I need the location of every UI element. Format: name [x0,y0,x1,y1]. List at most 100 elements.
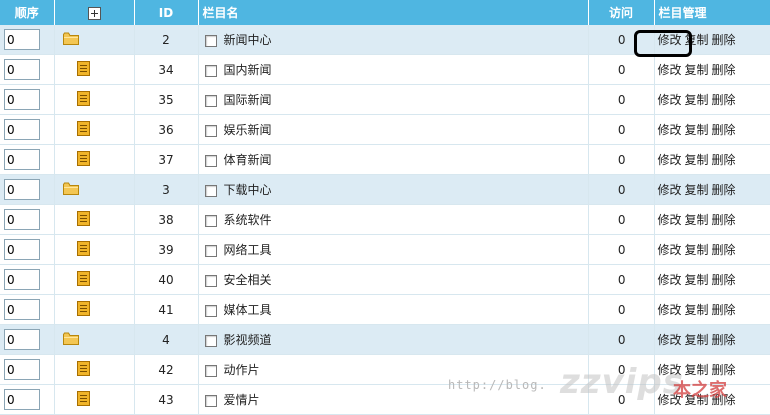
folder-icon[interactable] [62,182,79,198]
category-name: 新闻中心 [223,33,272,47]
delete-link[interactable]: 删除 [712,393,736,407]
row-checkbox[interactable] [204,244,217,257]
folder-icon[interactable] [62,332,79,348]
edit-link[interactable]: 修改 [658,243,682,257]
order-cell [0,264,55,295]
edit-link[interactable]: 修改 [658,393,682,407]
row-checkbox[interactable] [204,154,217,167]
order-input[interactable] [4,149,40,170]
document-icon[interactable] [76,90,90,109]
edit-link[interactable]: 修改 [658,333,682,347]
order-input[interactable] [4,209,40,230]
delete-link[interactable]: 删除 [712,33,736,47]
order-input[interactable] [4,119,40,140]
row-checkbox[interactable] [204,334,217,347]
edit-link[interactable]: 修改 [658,363,682,377]
category-name: 媒体工具 [223,303,272,317]
visit-cell: 0 [588,144,655,175]
copy-link[interactable]: 复制 [685,303,709,317]
row-checkbox[interactable] [204,394,217,407]
column-header-name[interactable]: 栏目名 [198,0,589,25]
order-input[interactable] [4,59,40,80]
edit-link[interactable]: 修改 [658,213,682,227]
order-input[interactable] [4,89,40,110]
edit-link[interactable]: 修改 [658,153,682,167]
visit-cell: 0 [588,264,655,295]
manage-cell: 修改 复制 删除 [654,204,770,235]
manage-cell: 修改 复制 删除 [654,384,770,415]
delete-link[interactable]: 删除 [712,303,736,317]
delete-link[interactable]: 删除 [712,123,736,137]
document-icon[interactable] [76,240,90,259]
row-checkbox[interactable] [204,364,217,377]
delete-link[interactable]: 删除 [712,333,736,347]
copy-link[interactable]: 复制 [685,63,709,77]
document-icon[interactable] [76,270,90,289]
edit-link[interactable]: 修改 [658,123,682,137]
order-input[interactable] [4,329,40,350]
document-icon[interactable] [76,120,90,139]
copy-link[interactable]: 复制 [685,393,709,407]
icon-cell [54,84,135,115]
visit-cell: 0 [588,114,655,145]
row-checkbox[interactable] [204,124,217,137]
edit-link[interactable]: 修改 [658,93,682,107]
delete-link[interactable]: 删除 [712,63,736,77]
delete-link[interactable]: 删除 [712,213,736,227]
document-icon[interactable] [76,360,90,379]
copy-link[interactable]: 复制 [685,273,709,287]
row-checkbox[interactable] [204,214,217,227]
copy-link[interactable]: 复制 [685,213,709,227]
category-row-child: 39 网络工具 0修改复制删除 [0,234,770,265]
row-checkbox[interactable] [204,304,217,317]
order-input[interactable] [4,239,40,260]
copy-link[interactable]: 复制 [685,243,709,257]
order-input[interactable] [4,299,40,320]
order-input[interactable] [4,179,40,200]
copy-link[interactable]: 复制 [685,333,709,347]
row-checkbox[interactable] [204,34,217,47]
manage-cell: 修改 复制 删除 [654,25,770,55]
row-checkbox[interactable] [204,184,217,197]
column-header-order[interactable]: 顺序 [0,0,55,25]
name-cell: 国内新闻 [198,54,589,85]
copy-link[interactable]: 复制 [685,153,709,167]
copy-link[interactable]: 复制 [685,33,709,47]
delete-link[interactable]: 删除 [712,363,736,377]
delete-link[interactable]: 删除 [712,93,736,107]
edit-link[interactable]: 修改 [658,183,682,197]
order-input[interactable] [4,29,40,50]
copy-link[interactable]: 复制 [685,123,709,137]
expand-all-icon[interactable] [87,6,101,20]
order-input[interactable] [4,389,40,410]
delete-link[interactable]: 删除 [712,273,736,287]
row-checkbox[interactable] [204,274,217,287]
icon-cell [54,264,135,295]
copy-link[interactable]: 复制 [685,93,709,107]
row-checkbox[interactable] [204,64,217,77]
manage-cell: 修改 复制 删除 [654,264,770,295]
delete-link[interactable]: 删除 [712,183,736,197]
edit-link[interactable]: 修改 [658,303,682,317]
row-checkbox[interactable] [204,94,217,107]
edit-link[interactable]: 修改 [658,33,682,47]
delete-link[interactable]: 删除 [712,243,736,257]
column-header-id[interactable]: ID [134,0,199,25]
delete-link[interactable]: 删除 [712,153,736,167]
visit-cell: 0 [588,54,655,85]
document-icon[interactable] [76,150,90,169]
copy-link[interactable]: 复制 [685,363,709,377]
document-icon[interactable] [76,300,90,319]
order-input[interactable] [4,269,40,290]
id-cell: 37 [134,144,199,175]
category-row-child: 37 体育新闻 0修改复制删除 [0,144,770,175]
document-icon[interactable] [76,60,90,79]
edit-link[interactable]: 修改 [658,63,682,77]
folder-icon[interactable] [62,32,79,48]
copy-link[interactable]: 复制 [685,183,709,197]
column-header-visit[interactable]: 访问 [588,0,655,25]
document-icon[interactable] [76,390,90,409]
order-input[interactable] [4,359,40,380]
edit-link[interactable]: 修改 [658,273,682,287]
document-icon[interactable] [76,210,90,229]
